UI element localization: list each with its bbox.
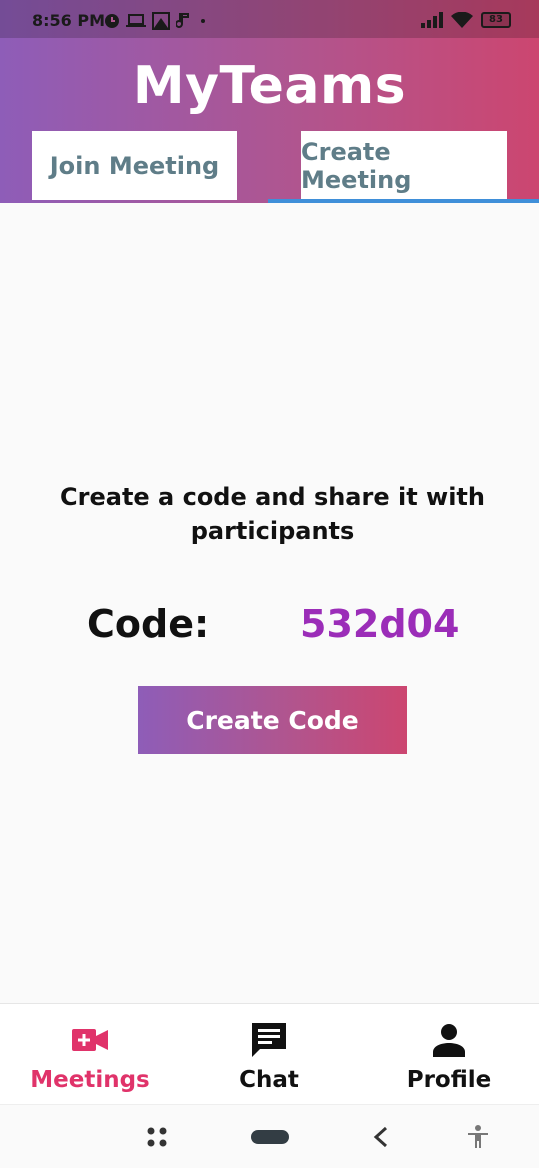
nav-label-profile: Profile [406, 1067, 492, 1093]
status-time: 8:56 PM [32, 11, 106, 30]
apps-icon [147, 1127, 167, 1147]
nav-item-meetings[interactable]: Meetings [0, 1004, 180, 1105]
create-code-button[interactable]: Create Code [138, 686, 407, 754]
bottom-nav: Meetings Chat Profile [0, 1003, 539, 1104]
status-right: 83 [421, 12, 511, 28]
tab-create-meeting[interactable]: Create Meeting [301, 131, 507, 200]
nav-label-meetings: Meetings [30, 1067, 150, 1093]
dot-icon [201, 19, 205, 23]
nav-item-chat[interactable]: Chat [179, 1004, 359, 1105]
accessibility-icon [468, 1125, 488, 1148]
notification-icons [104, 12, 208, 30]
code-label: Code: [87, 602, 210, 646]
status-bar: 8:56 PM 83 [0, 0, 539, 38]
home-pill-icon [251, 1130, 289, 1144]
accessibility-button[interactable] [467, 1105, 489, 1168]
music-icon [176, 13, 189, 28]
app-header: 8:56 PM 83 MyTeams Join Meeting Create M… [0, 0, 539, 203]
meeting-code-value: 532d04 [300, 602, 460, 646]
clock-icon [105, 14, 119, 28]
system-nav-bar [0, 1104, 539, 1168]
tab-join-meeting[interactable]: Join Meeting [32, 131, 237, 200]
person-icon [433, 1024, 465, 1057]
create-code-prompt: Create a code and share it with particip… [60, 483, 485, 545]
app-title: MyTeams [132, 56, 407, 116]
tab-selected-indicator [268, 199, 539, 203]
signal-icon [421, 12, 443, 28]
laptop-icon [126, 14, 146, 27]
image-icon [152, 12, 170, 30]
back-icon [373, 1126, 388, 1148]
chat-icon [252, 1023, 286, 1057]
nav-item-profile[interactable]: Profile [359, 1004, 539, 1105]
battery-indicator: 83 [481, 12, 511, 28]
back-button[interactable] [372, 1105, 390, 1168]
apps-button[interactable] [146, 1105, 168, 1168]
nav-label-chat: Chat [239, 1067, 299, 1093]
wifi-icon [451, 12, 473, 28]
home-button[interactable] [251, 1105, 289, 1168]
video-add-icon [72, 1029, 108, 1051]
